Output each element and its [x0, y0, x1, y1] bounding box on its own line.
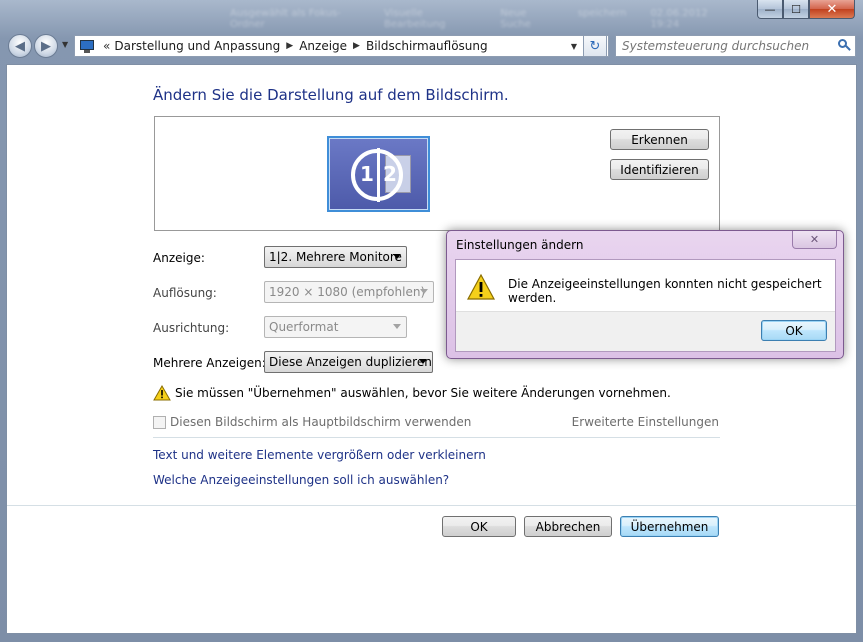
orientation-select-value: Querformat — [269, 320, 339, 334]
warning-icon — [466, 273, 496, 300]
address-bar[interactable]: « Darstellung und Anpassung ▶ Anzeige ▶ … — [74, 35, 609, 57]
detect-button[interactable]: Erkennen — [610, 129, 709, 150]
forward-button[interactable]: ▶ — [34, 34, 58, 58]
blurred-task-title: Neue Suche — [500, 8, 531, 30]
multiple-displays-select-value: Diese Anzeigen duplizieren — [269, 355, 432, 369]
close-icon: ✕ — [809, 233, 820, 246]
blurred-task-title: 02.06.2012 19:24 — [650, 8, 708, 30]
maximize-button[interactable]: ☐ — [783, 0, 809, 19]
breadcrumb-display[interactable]: Anzeige — [299, 39, 347, 53]
settings-error-dialog: Einstellungen ändern ✕ Die Anzeigeeinste… — [446, 230, 844, 359]
dialog-close-button[interactable]: ✕ — [792, 231, 837, 249]
ok-button[interactable]: OK — [442, 516, 516, 537]
close-window-button[interactable]: ✕ — [809, 0, 855, 19]
display-select-value: 1|2. Mehrere Monitore — [269, 250, 402, 264]
chevron-down-icon — [419, 359, 427, 364]
orientation-select[interactable]: Querformat — [264, 316, 407, 338]
apply-button[interactable]: Übernehmen — [620, 516, 719, 537]
monitor-label-1: 1 — [360, 162, 374, 186]
primary-display-checkbox-label[interactable]: Diesen Bildschirm als Hauptbildschirm ve… — [170, 415, 471, 429]
search-icon[interactable] — [837, 39, 851, 53]
monitor-arrangement-area: 1 2 Erkennen Identifizieren — [154, 116, 720, 231]
cancel-button[interactable]: Abbrechen — [524, 516, 612, 537]
breadcrumb-separator-icon[interactable]: ▶ — [353, 41, 360, 51]
multiple-displays-select[interactable]: Diese Anzeigen duplizieren — [264, 351, 433, 373]
breadcrumb-resolution[interactable]: Bildschirmauflösung — [366, 39, 488, 53]
search-box[interactable] — [615, 35, 856, 57]
blurred-task-title: speichern — [577, 8, 627, 19]
page-title: Ändern Sie die Darstellung auf dem Bilds… — [153, 86, 509, 104]
forward-arrow-icon: ▶ — [41, 38, 51, 54]
orientation-label: Ausrichtung: — [153, 321, 230, 335]
breadcrumb-appearance[interactable]: Darstellung und Anpassung — [114, 39, 280, 53]
caption-buttons: — ☐ ✕ — [757, 0, 855, 19]
address-chevron[interactable]: « — [103, 39, 110, 53]
refresh-icon: ↻ — [589, 38, 601, 54]
navigation-bar: ◀ ▶ ▼ « Darstellung und Anpassung ▶ Anze… — [6, 32, 857, 60]
back-button[interactable]: ◀ — [8, 34, 32, 58]
chevron-down-icon — [393, 324, 401, 329]
search-input[interactable] — [622, 39, 827, 53]
back-arrow-icon: ◀ — [15, 38, 25, 54]
warning-icon — [153, 385, 171, 401]
monitor-label-2: 2 — [383, 162, 397, 186]
dialog-title: Einstellungen ändern — [456, 238, 584, 252]
breadcrumb-separator-icon[interactable]: ▶ — [286, 41, 293, 51]
refresh-button[interactable]: ↻ — [583, 35, 607, 57]
display-label: Anzeige: — [153, 251, 205, 265]
advanced-settings-link[interactable]: Erweiterte Einstellungen — [572, 415, 719, 429]
resolution-select-value: 1920 × 1080 (empfohlen) — [269, 285, 426, 299]
section-divider — [153, 437, 720, 438]
monitor-divider — [377, 148, 380, 202]
blurred-task-title: Visuelle Bearbeitung — [384, 8, 446, 30]
dialog-ok-button[interactable]: OK — [761, 320, 827, 341]
multiple-displays-label: Mehrere Anzeigen: — [153, 356, 266, 370]
close-icon: ✕ — [826, 1, 838, 17]
minimize-button[interactable]: — — [757, 0, 783, 19]
display-select[interactable]: 1|2. Mehrere Monitore — [264, 246, 407, 268]
control-panel-display-icon — [79, 39, 95, 53]
resolution-select[interactable]: 1920 × 1080 (empfohlen) — [264, 281, 434, 303]
background-taskbar-titles: Ausgewählt als Fokus-Ordner Visuelle Bea… — [230, 8, 730, 30]
dialog-footer: OK — [456, 311, 835, 351]
resize-text-link[interactable]: Text und weitere Elemente vergrößern ode… — [153, 448, 486, 462]
dialog-body: Die Anzeigeeinstellungen konnten nicht g… — [455, 259, 836, 352]
footer-divider — [7, 505, 856, 506]
history-dropdown[interactable]: ▼ — [62, 40, 68, 49]
address-dropdown-icon[interactable]: ▼ — [566, 42, 582, 51]
blurred-task-title: Ausgewählt als Fokus-Ordner — [230, 8, 341, 30]
which-settings-link[interactable]: Welche Anzeigeeinstellungen soll ich aus… — [153, 473, 449, 487]
chevron-down-icon — [420, 289, 428, 294]
minimize-icon: — — [764, 2, 776, 16]
maximize-icon: ☐ — [791, 2, 801, 16]
apply-warning-text: Sie müssen "Übernehmen" auswählen, bevor… — [175, 386, 671, 400]
dialog-message: Die Anzeigeeinstellungen konnten nicht g… — [508, 277, 822, 305]
chevron-down-icon — [393, 254, 401, 259]
resolution-label: Auflösung: — [153, 286, 217, 300]
monitor-tile[interactable]: 1 2 — [327, 136, 430, 212]
identify-button[interactable]: Identifizieren — [610, 159, 709, 180]
primary-display-checkbox[interactable] — [153, 416, 166, 429]
